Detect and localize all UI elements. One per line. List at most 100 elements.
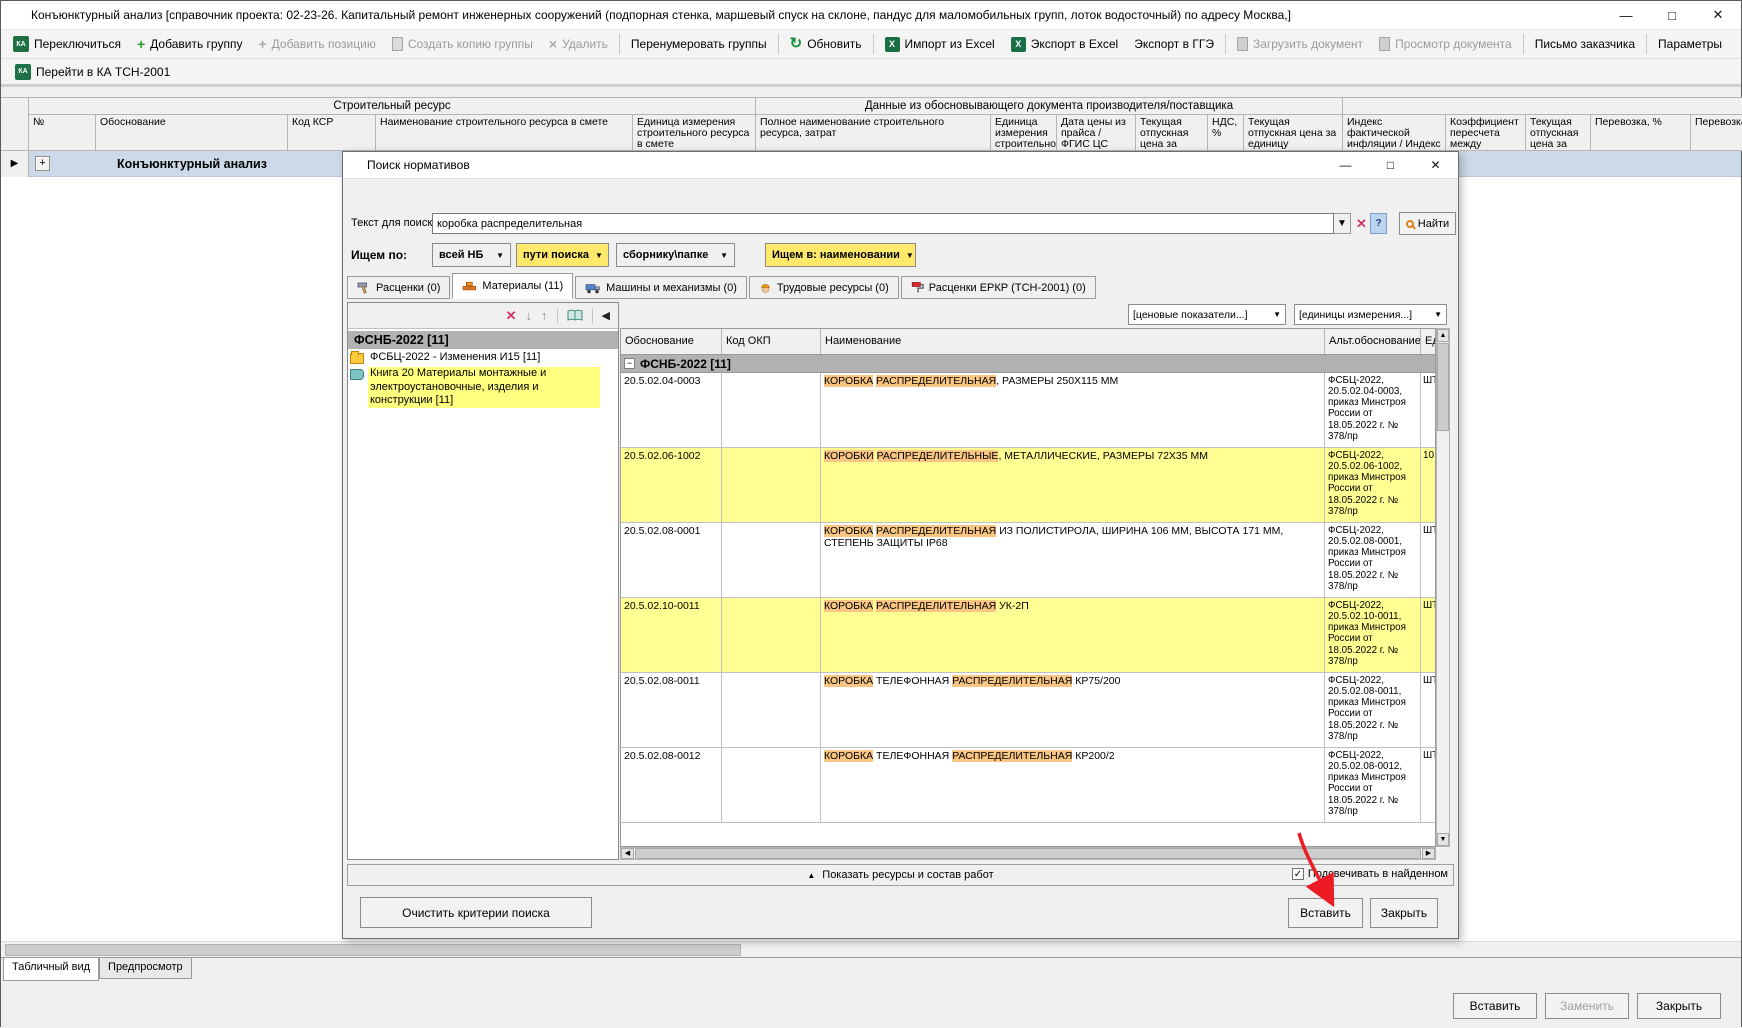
search-help-icon[interactable]: ? <box>1370 213 1387 234</box>
scroll-right-icon[interactable]: ▶ <box>1422 848 1435 859</box>
result-row[interactable]: 20.5.02.08-0011КОРОБКА ТЕЛЕФОННАЯ РАСПРЕ… <box>621 673 1435 748</box>
toolbar-button-0[interactable]: КАПереключиться <box>5 33 129 55</box>
units-combo[interactable]: [единицы измерения...]▼ <box>1294 304 1447 325</box>
tab-расценки[interactable]: Расценки ЕРКР (ТСН-2001) (0) <box>901 276 1096 299</box>
dialog-close-action-button[interactable]: Закрыть <box>1370 898 1438 928</box>
chevron-up-icon: ▲ <box>807 871 815 880</box>
search-path-combo[interactable]: пути поиска▼ <box>516 243 609 267</box>
scroll-down-icon[interactable]: ▼ <box>1437 833 1449 846</box>
result-name: КОРОБКА РАСПРЕДЕЛИТЕЛЬНАЯ ИЗ ПОЛИСТИРОЛА… <box>821 523 1325 597</box>
results-horizontal-scrollbar[interactable]: ◀ ▶ <box>620 847 1436 860</box>
result-code: 20.5.02.04-0003 <box>621 373 722 447</box>
scrollbar-thumb[interactable] <box>5 944 741 956</box>
collapse-group-icon[interactable]: − <box>624 358 635 369</box>
scroll-up-icon[interactable]: ▲ <box>1437 329 1449 342</box>
result-row[interactable]: 20.5.02.08-0001КОРОБКА РАСПРЕДЕЛИТЕЛЬНАЯ… <box>621 523 1435 598</box>
toolbar-button-8[interactable]: X Экспорт в Excel <box>1003 34 1126 55</box>
dialog-insert-button[interactable]: Вставить <box>1288 898 1363 928</box>
arrow-down-icon[interactable]: ↓ <box>526 309 533 322</box>
grid-column-header: Индекс фактической инфляции / Индекс по … <box>1343 115 1446 151</box>
search-dropdown-arrow[interactable]: ▼ <box>1334 213 1351 234</box>
toolbar-button-9[interactable]: Экспорт в ГГЭ <box>1126 34 1222 54</box>
grid-column-header: Текущая отпускная цена за единицу <box>1526 115 1591 151</box>
toolbar-button-label: Загрузить документ <box>1253 37 1363 51</box>
toolbar-button-13[interactable]: Параметры <box>1650 34 1730 54</box>
price-indicators-combo[interactable]: [ценовые показатели...]▼ <box>1128 304 1286 325</box>
insert-button[interactable]: Вставить <box>1453 993 1537 1019</box>
result-name: КОРОБКИ РАСПРЕДЕЛИТЕЛЬНЫЕ, МЕТАЛЛИЧЕСКИЕ… <box>821 448 1325 522</box>
grid-group-header <box>1343 97 1742 115</box>
toolbar-button-label: Экспорт в Excel <box>1031 37 1118 51</box>
collapse-panel-icon[interactable]: ◀ <box>602 309 610 322</box>
search-input[interactable] <box>432 213 1334 234</box>
scroll-left-icon[interactable]: ◀ <box>621 848 634 859</box>
toolbar-button-1[interactable]: +Добавить группу <box>129 34 250 54</box>
excel-icon: X <box>1011 37 1026 52</box>
tab-table-view[interactable]: Табличный вид <box>3 958 99 981</box>
find-button[interactable]: Найти <box>1399 212 1456 235</box>
window-title: Конъюнктурный анализ [справочник проекта… <box>1 8 1291 22</box>
close-window-button[interactable]: Закрыть <box>1637 993 1721 1019</box>
result-okp <box>722 448 821 522</box>
toolbar-button-label: Переключиться <box>34 37 121 51</box>
find-button-label: Найти <box>1418 218 1449 230</box>
scrollbar-thumb[interactable] <box>1437 343 1449 431</box>
result-row[interactable]: 20.5.02.10-0011КОРОБКА РАСПРЕДЕЛИТЕЛЬНАЯ… <box>621 598 1435 673</box>
dialog-maximize-button[interactable]: □ <box>1368 152 1413 178</box>
search-field-combo[interactable]: Ищем в: наименовании▼ <box>765 243 916 267</box>
close-button[interactable]: ✕ <box>1695 1 1741 29</box>
separator <box>1646 34 1647 54</box>
tab-label: Материалы (11) <box>482 280 563 292</box>
document-icon <box>1237 37 1248 51</box>
result-name: КОРОБКА ТЕЛЕФОННАЯ РАСПРЕДЕЛИТЕЛЬНАЯ КР2… <box>821 748 1325 822</box>
tab-расценки[interactable]: Расценки (0) <box>347 276 450 299</box>
results-vertical-scrollbar[interactable]: ▲ ▼ <box>1436 328 1450 847</box>
tree-item[interactable]: Книга 20 Материалы монтажные и электроус… <box>348 365 618 408</box>
result-row[interactable]: 20.5.02.04-0003КОРОБКА РАСПРЕДЕЛИТЕЛЬНАЯ… <box>621 373 1435 448</box>
toolbar-button-label: Просмотр документа <box>1395 37 1512 51</box>
view-tabs: Табличный вид Предпросмотр <box>1 957 1741 983</box>
tab-машины[interactable]: Машины и механизмы (0) <box>575 276 747 299</box>
tree-item[interactable]: ФСБЦ-2022 - Изменения И15 [11] <box>348 349 618 365</box>
clear-search-criteria-button[interactable]: Очистить критерии поиска <box>360 897 592 928</box>
toolbar-button-4: ×Удалить <box>541 34 616 54</box>
tree-toolbar: ✕ ↓ ↑ ◀ <box>348 303 618 329</box>
arrow-up-icon[interactable]: ↑ <box>541 309 548 322</box>
result-alt-justification: ФСБЦ-2022, 20.5.02.10-0011, приказ Минст… <box>1325 598 1421 672</box>
toolbar-button-7[interactable]: XИмпорт из Excel <box>877 34 1003 55</box>
category-tabs: Расценки (0) Материалы (11) Машины и механ… <box>347 273 1454 299</box>
main-horizontal-scrollbar[interactable] <box>1 941 1741 957</box>
dialog-minimize-button[interactable]: — <box>1323 152 1368 178</box>
book-folder-combo[interactable]: сборнику\папке▼ <box>616 243 735 267</box>
scrollbar-thumb[interactable] <box>635 848 1421 859</box>
search-clear-icon[interactable]: ✕ <box>1353 213 1370 234</box>
show-resources-bar[interactable]: ▲ Показать ресурсы и состав работ ✓ Подс… <box>347 864 1454 886</box>
tab-preview[interactable]: Предпросмотр <box>99 958 192 979</box>
dialog-close-button[interactable]: ✕ <box>1413 152 1458 178</box>
checkbox-checked-icon[interactable]: ✓ <box>1292 868 1304 880</box>
result-unit: ШТ <box>1421 598 1436 672</box>
separator <box>592 308 593 324</box>
grid-column-header: НДС, % <box>1208 115 1244 151</box>
highlight-checkbox[interactable]: ✓ Подсвечивать в найденном <box>1292 868 1448 880</box>
tree-root-item[interactable]: ФСНБ-2022 [11] <box>348 331 618 349</box>
toolbar-button-6[interactable]: ↻Обновить <box>782 34 870 54</box>
result-name: КОРОБКА ТЕЛЕФОННАЯ РАСПРЕДЕЛИТЕЛЬНАЯ КР7… <box>821 673 1325 747</box>
plus-icon: + <box>258 37 266 51</box>
replace-button[interactable]: Заменить <box>1545 993 1629 1019</box>
result-row[interactable]: 20.5.02.08-0012КОРОБКА ТЕЛЕФОННАЯ РАСПРЕ… <box>621 748 1435 823</box>
database-combo[interactable]: всей НБ▼ <box>432 243 511 267</box>
book-open-icon[interactable] <box>567 309 583 322</box>
tree-clear-icon[interactable]: ✕ <box>506 309 517 322</box>
results-group-row[interactable]: − ФСНБ-2022 [11] <box>621 355 1435 373</box>
goto-ka-tsn-button[interactable]: КА Перейти в КА ТСН-2001 <box>7 61 178 83</box>
paint-roller-icon <box>911 281 924 294</box>
tab-трудовые[interactable]: Трудовые ресурсы (0) <box>749 276 899 299</box>
minimize-button[interactable]: — <box>1603 1 1649 29</box>
toolbar-button-5[interactable]: Перенумеровать группы <box>623 34 775 54</box>
maximize-button[interactable]: □ <box>1649 1 1695 29</box>
expand-button[interactable]: + <box>35 156 50 171</box>
result-row[interactable]: 20.5.02.06-1002КОРОБКИ РАСПРЕДЕЛИТЕЛЬНЫЕ… <box>621 448 1435 523</box>
tab-материалы[interactable]: Материалы (11) <box>452 273 573 299</box>
toolbar-button-12[interactable]: Письмо заказчика <box>1527 34 1643 54</box>
